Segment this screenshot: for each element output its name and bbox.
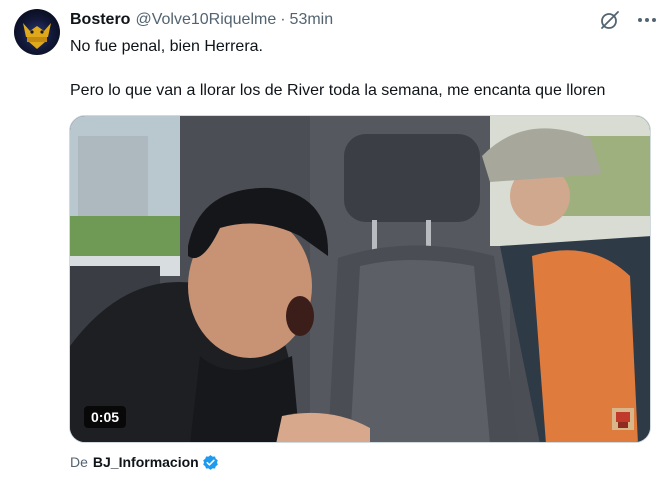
video-source: De BJ_Informacion — [70, 452, 219, 472]
avatar[interactable] — [14, 9, 60, 55]
more-options-icon[interactable] — [635, 9, 659, 31]
separator-dot: · — [280, 11, 286, 28]
timestamp[interactable]: 53min — [290, 11, 334, 29]
video-thumbnail[interactable] — [70, 116, 651, 443]
user-handle[interactable]: @Volve10Riquelme — [135, 11, 276, 29]
display-name[interactable]: Bostero — [70, 11, 130, 29]
channel-logo-icon — [608, 404, 638, 434]
tweet-header: Bostero @Volve10Riquelme · 53min — [70, 10, 333, 30]
source-account-link[interactable]: BJ_Informacion — [93, 454, 199, 470]
tweet[interactable]: Bostero @Volve10Riquelme · 53min No fue … — [0, 0, 671, 477]
video-duration: 0:05 — [84, 406, 127, 428]
verified-badge-icon — [202, 454, 218, 470]
grok-icon[interactable] — [599, 9, 621, 31]
source-prefix: De — [70, 454, 88, 470]
video-player[interactable]: 0:05 — [69, 115, 651, 443]
tweet-text: No fue penal, bien Herrera. Pero lo que … — [70, 38, 606, 99]
